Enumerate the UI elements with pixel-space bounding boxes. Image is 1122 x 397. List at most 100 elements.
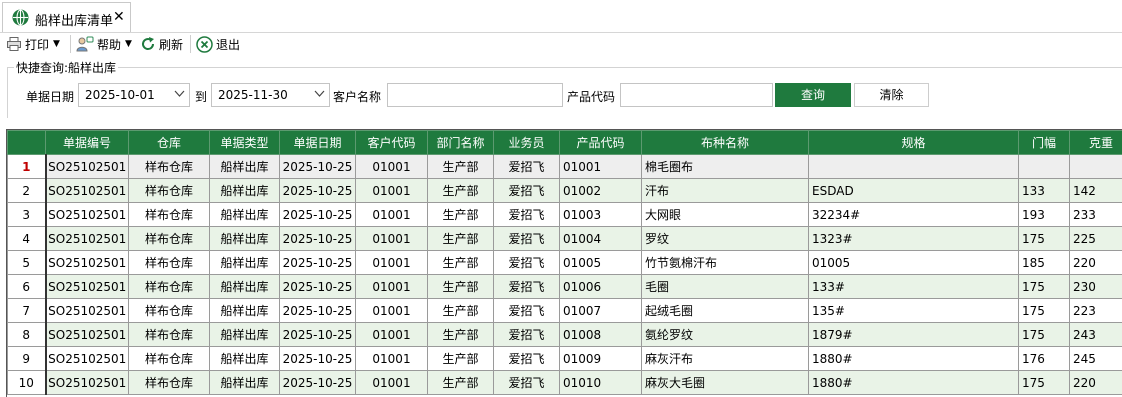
table-cell[interactable]: 氨纶罗纹 — [642, 323, 809, 347]
table-cell[interactable]: 船样出库 — [210, 179, 280, 203]
table-cell[interactable]: 2025-10-25 — [280, 179, 356, 203]
table-cell[interactable]: 爱招飞 — [494, 227, 560, 251]
table-cell[interactable]: 176 — [1019, 347, 1070, 371]
table-cell[interactable]: 生产部 — [428, 203, 494, 227]
table-cell[interactable] — [1019, 155, 1070, 179]
table-cell[interactable]: 样布仓库 — [129, 203, 210, 227]
date-from-picker[interactable]: 2025-10-01 — [78, 83, 190, 107]
table-cell[interactable]: SO25102501 — [46, 155, 129, 179]
help-button[interactable]: 帮助 ▼ — [76, 35, 132, 53]
table-cell[interactable]: 32234# — [809, 203, 1019, 227]
column-header[interactable]: 客户代码 — [356, 131, 428, 155]
print-button[interactable]: 打印 ▼ — [6, 35, 60, 53]
table-cell[interactable]: SO25102501 — [46, 323, 129, 347]
table-cell[interactable]: 220 — [1070, 251, 1122, 275]
table-cell[interactable]: 生产部 — [428, 155, 494, 179]
table-row[interactable]: 2SO25102501样布仓库船样出库2025-10-2501001生产部爱招飞… — [8, 179, 1122, 203]
table-cell[interactable]: 毛圈 — [642, 275, 809, 299]
clear-button[interactable]: 清除 — [854, 83, 929, 107]
table-cell[interactable]: 爱招飞 — [494, 203, 560, 227]
table-cell[interactable]: 175 — [1019, 227, 1070, 251]
table-cell[interactable]: SO25102501 — [46, 371, 129, 395]
table-cell[interactable]: 1879# — [809, 323, 1019, 347]
column-header[interactable]: 仓库 — [129, 131, 210, 155]
table-cell[interactable]: 生产部 — [428, 251, 494, 275]
table-cell[interactable]: 220 — [1070, 371, 1122, 395]
table-cell[interactable]: 船样出库 — [210, 275, 280, 299]
table-cell[interactable]: 2025-10-25 — [280, 347, 356, 371]
table-cell[interactable] — [1070, 155, 1122, 179]
table-cell[interactable]: 223 — [1070, 299, 1122, 323]
column-header[interactable]: 规格 — [809, 131, 1019, 155]
column-header[interactable]: 布种名称 — [642, 131, 809, 155]
table-cell[interactable]: 船样出库 — [210, 227, 280, 251]
table-row[interactable]: 5SO25102501样布仓库船样出库2025-10-2501001生产部爱招飞… — [8, 251, 1122, 275]
table-cell[interactable]: 245 — [1070, 347, 1122, 371]
table-cell[interactable]: 2025-10-25 — [280, 323, 356, 347]
table-cell[interactable]: 142 — [1070, 179, 1122, 203]
table-cell[interactable]: 2025-10-25 — [280, 227, 356, 251]
table-cell[interactable]: 船样出库 — [210, 203, 280, 227]
table-cell[interactable]: 罗纹 — [642, 227, 809, 251]
table-cell[interactable]: 133 — [1019, 179, 1070, 203]
table-cell[interactable]: 1323# — [809, 227, 1019, 251]
table-cell[interactable]: 船样出库 — [210, 347, 280, 371]
column-header[interactable]: 单据日期 — [280, 131, 356, 155]
table-cell[interactable]: SO25102501 — [46, 299, 129, 323]
table-cell[interactable]: 133# — [809, 275, 1019, 299]
table-cell[interactable]: 01001 — [356, 371, 428, 395]
table-cell[interactable]: 样布仓库 — [129, 347, 210, 371]
table-cell[interactable]: 样布仓库 — [129, 371, 210, 395]
table-row[interactable]: 4SO25102501样布仓库船样出库2025-10-2501001生产部爱招飞… — [8, 227, 1122, 251]
table-cell[interactable]: 样布仓库 — [129, 299, 210, 323]
table-cell[interactable]: 爱招飞 — [494, 251, 560, 275]
table-cell[interactable]: 汗布 — [642, 179, 809, 203]
table-cell[interactable]: 01007 — [560, 299, 642, 323]
exit-button[interactable]: 退出 — [196, 35, 240, 53]
table-cell[interactable]: SO25102501 — [46, 347, 129, 371]
table-cell[interactable]: 样布仓库 — [129, 323, 210, 347]
table-cell[interactable]: 193 — [1019, 203, 1070, 227]
table-cell[interactable]: 01003 — [560, 203, 642, 227]
column-header[interactable]: 克重 — [1070, 131, 1122, 155]
table-cell[interactable]: 01001 — [356, 347, 428, 371]
table-cell[interactable]: 2025-10-25 — [280, 251, 356, 275]
table-cell[interactable]: 01008 — [560, 323, 642, 347]
table-row[interactable]: 10SO25102501样布仓库船样出库2025-10-2501001生产部爱招… — [8, 371, 1122, 395]
table-row[interactable]: 6SO25102501样布仓库船样出库2025-10-2501001生产部爱招飞… — [8, 275, 1122, 299]
table-cell[interactable]: 船样出库 — [210, 299, 280, 323]
table-cell[interactable]: 2025-10-25 — [280, 275, 356, 299]
table-cell[interactable]: SO25102501 — [46, 275, 129, 299]
table-cell[interactable]: 生产部 — [428, 371, 494, 395]
table-cell[interactable]: 爱招飞 — [494, 371, 560, 395]
table-cell[interactable]: 爱招飞 — [494, 179, 560, 203]
table-cell[interactable]: 样布仓库 — [129, 155, 210, 179]
customer-name-input[interactable] — [387, 83, 563, 107]
table-cell[interactable]: 225 — [1070, 227, 1122, 251]
table-row[interactable]: 8SO25102501样布仓库船样出库2025-10-2501001生产部爱招飞… — [8, 323, 1122, 347]
table-cell[interactable]: 01001 — [560, 155, 642, 179]
column-header[interactable]: 门幅 — [1019, 131, 1070, 155]
table-row[interactable]: 9SO25102501样布仓库船样出库2025-10-2501001生产部爱招飞… — [8, 347, 1122, 371]
table-cell[interactable]: 1880# — [809, 371, 1019, 395]
table-cell[interactable]: 01009 — [560, 347, 642, 371]
table-cell[interactable]: 1880# — [809, 347, 1019, 371]
table-cell[interactable]: 01001 — [356, 203, 428, 227]
table-row[interactable]: 3SO25102501样布仓库船样出库2025-10-2501001生产部爱招飞… — [8, 203, 1122, 227]
table-cell[interactable]: 样布仓库 — [129, 251, 210, 275]
table-cell[interactable]: 生产部 — [428, 323, 494, 347]
table-cell[interactable]: 竹节氨棉汗布 — [642, 251, 809, 275]
column-header[interactable]: 单据类型 — [210, 131, 280, 155]
table-cell[interactable]: 2025-10-25 — [280, 299, 356, 323]
table-cell[interactable]: 起绒毛圈 — [642, 299, 809, 323]
table-cell[interactable]: 01001 — [356, 299, 428, 323]
table-cell[interactable]: 生产部 — [428, 347, 494, 371]
close-icon[interactable]: ✕ — [113, 9, 125, 25]
table-cell[interactable]: 01001 — [356, 179, 428, 203]
table-cell[interactable]: 爱招飞 — [494, 347, 560, 371]
column-header[interactable]: 部门名称 — [428, 131, 494, 155]
table-cell[interactable]: 爱招飞 — [494, 323, 560, 347]
table-cell[interactable]: 175 — [1019, 275, 1070, 299]
table-cell[interactable]: 麻灰汗布 — [642, 347, 809, 371]
table-cell[interactable]: 麻灰大毛圈 — [642, 371, 809, 395]
